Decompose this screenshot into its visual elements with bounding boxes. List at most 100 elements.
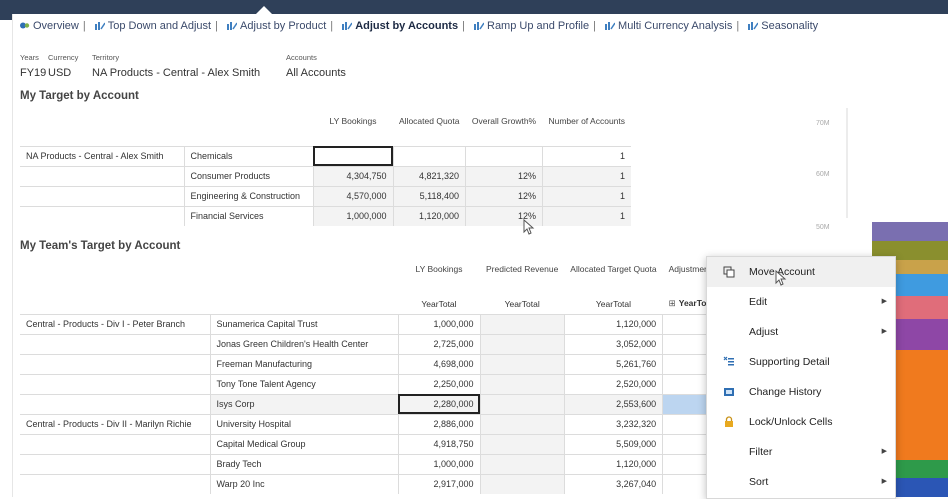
data-cell[interactable]: 1,000,000 — [312, 206, 393, 226]
data-cell[interactable]: 2,280,000 — [397, 394, 480, 414]
data-cell[interactable] — [479, 394, 565, 414]
data-cell[interactable] — [479, 334, 565, 354]
pov-currency-caption: Currency — [48, 53, 79, 62]
subheader-year-total[interactable]: YearTotal — [564, 294, 662, 314]
tab-multi-currency-analysis[interactable]: Multi Currency Analysis — [618, 20, 732, 32]
section-title-my-target: My Target by Account — [20, 90, 139, 102]
data-cell[interactable]: 2,250,000 — [397, 374, 480, 394]
data-cell[interactable]: 2,520,000 — [563, 374, 663, 394]
row-header-member — [20, 354, 210, 374]
form-icon — [474, 22, 484, 30]
pov-territory-value[interactable]: NA Products - Central - Alex Smith — [92, 67, 260, 79]
data-cell[interactable] — [479, 314, 565, 334]
data-cell[interactable] — [479, 454, 565, 474]
row-header-account: Engineering & Construction — [183, 186, 313, 206]
col-header-allocated-target-quota[interactable]: Allocated Target Quota — [564, 256, 662, 294]
col-header-ly-bookings[interactable]: LY Bookings — [313, 108, 393, 146]
menu-item-supporting-detail[interactable]: Supporting Detail — [707, 347, 895, 377]
data-cell[interactable]: 1 — [541, 186, 632, 206]
data-cell[interactable] — [479, 474, 565, 494]
tab-separator: | — [462, 20, 465, 32]
submenu-arrow-icon: ▶ — [881, 478, 887, 485]
data-cell[interactable]: 1 — [541, 206, 632, 226]
col-header-ly-bookings[interactable]: LY Bookings — [398, 256, 480, 294]
data-cell[interactable]: 3,232,320 — [563, 414, 663, 434]
tab-separator: | — [82, 20, 86, 32]
col-header-overall-growth[interactable]: Overall Growth% — [465, 108, 542, 146]
data-cell[interactable]: 12% — [464, 186, 543, 206]
data-cell[interactable] — [464, 146, 543, 166]
data-cell[interactable] — [392, 146, 466, 166]
data-cell[interactable]: 2,917,000 — [397, 474, 480, 494]
row-header-member: Central - Products - Div I - Peter Branc… — [26, 319, 186, 329]
tab-adjust-by-product[interactable]: Adjust by Product — [240, 20, 326, 32]
row-header-account: Freeman Manufacturing — [209, 354, 398, 374]
row-header-account: Sunamerica Capital Trust — [209, 314, 398, 334]
menu-item-move-account[interactable]: Move Account — [707, 257, 895, 287]
data-cell[interactable]: 5,261,760 — [563, 354, 663, 374]
pov-years-value[interactable]: FY19 — [20, 67, 46, 79]
data-cell[interactable] — [479, 414, 565, 434]
pov-accounts-value[interactable]: All Accounts — [286, 67, 346, 79]
data-cell[interactable]: 1,120,000 — [563, 454, 663, 474]
data-cell[interactable] — [479, 354, 565, 374]
menu-item-label: Sort — [749, 476, 769, 488]
data-cell[interactable] — [479, 374, 565, 394]
col-header-number-of-accounts[interactable]: Number of Accounts — [542, 108, 631, 146]
context-menu: Move Account Edit ▶ Adjust ▶ Supporting De… — [706, 256, 896, 499]
menu-item-sort[interactable]: Sort ▶ — [707, 467, 895, 497]
data-cell[interactable]: 2,553,600 — [563, 394, 663, 414]
menu-item-edit[interactable]: Edit ▶ — [707, 287, 895, 317]
menu-item-change-history[interactable]: Change History — [707, 377, 895, 407]
data-cell[interactable] — [479, 434, 565, 454]
menu-item-adjust[interactable]: Adjust ▶ — [707, 317, 895, 347]
tab-seasonality[interactable]: Seasonality — [761, 20, 818, 32]
pov-currency-value[interactable]: USD — [48, 67, 71, 79]
data-cell[interactable]: 1,000,000 — [397, 454, 480, 474]
tab-adjust-by-accounts[interactable]: Adjust by Accounts — [355, 20, 458, 32]
col-header-allocated-quota[interactable]: Allocated Quota — [393, 108, 465, 146]
subheader-year-total[interactable]: YearTotal — [398, 294, 480, 314]
row-header-member — [20, 374, 210, 394]
col-header-predicted-revenue[interactable]: Predicted Revenue — [480, 256, 564, 294]
data-cell[interactable]: 5,118,400 — [392, 186, 466, 206]
data-cell[interactable]: 1 — [541, 166, 632, 186]
section-title-my-teams-target: My Team's Target by Account — [20, 240, 181, 252]
axis-tick: 60M — [816, 171, 830, 178]
data-cell[interactable]: 1,000,000 — [397, 314, 480, 334]
mouse-cursor-icon — [775, 270, 787, 286]
tab-separator: | — [330, 20, 334, 32]
row-header-account: Jonas Green Children's Health Center — [209, 334, 398, 354]
expand-icon[interactable]: ⊞ — [669, 298, 676, 308]
row-header-account: University Hospital — [209, 414, 398, 434]
data-cell[interactable]: 4,821,320 — [392, 166, 466, 186]
data-cell[interactable]: 1,120,000 — [392, 206, 466, 226]
menu-item-lock-unlock-cells[interactable]: Lock/Unlock Cells — [707, 407, 895, 437]
data-cell[interactable]: 5,509,000 — [563, 434, 663, 454]
tab-ramp-up-and-profile[interactable]: Ramp Up and Profile — [487, 20, 589, 32]
data-cell[interactable]: 1,120,000 — [563, 314, 663, 334]
data-cell[interactable]: 4,570,000 — [312, 186, 393, 206]
row-header-account: Consumer Products — [183, 166, 313, 186]
form-icon — [94, 22, 105, 30]
data-cell[interactable]: 2,725,000 — [397, 334, 480, 354]
data-cell[interactable]: 12% — [464, 166, 543, 186]
data-cell[interactable]: 1 — [541, 146, 632, 166]
menu-item-label: Filter — [749, 446, 773, 458]
data-cell[interactable]: 4,918,750 — [397, 434, 480, 454]
sidebar-cap — [0, 14, 12, 20]
header-notch — [255, 6, 273, 15]
data-cell[interactable]: 2,886,000 — [397, 414, 480, 434]
tab-overview[interactable]: Overview — [33, 20, 79, 32]
data-cell[interactable]: 3,267,040 — [563, 474, 663, 494]
data-cell[interactable]: 4,304,750 — [312, 166, 393, 186]
row-header-territory: NA Products - Central - Alex Smith — [26, 151, 164, 161]
tab-separator: | — [593, 20, 596, 32]
row-header-account: Financial Services — [183, 206, 313, 226]
data-cell[interactable]: 3,052,000 — [563, 334, 663, 354]
menu-item-filter[interactable]: Filter ▶ — [707, 437, 895, 467]
data-cell[interactable] — [312, 146, 393, 166]
data-cell[interactable]: 4,698,000 — [397, 354, 480, 374]
tab-top-down-and-adjust[interactable]: Top Down and Adjust — [108, 20, 211, 32]
subheader-year-total[interactable]: YearTotal — [480, 294, 564, 314]
